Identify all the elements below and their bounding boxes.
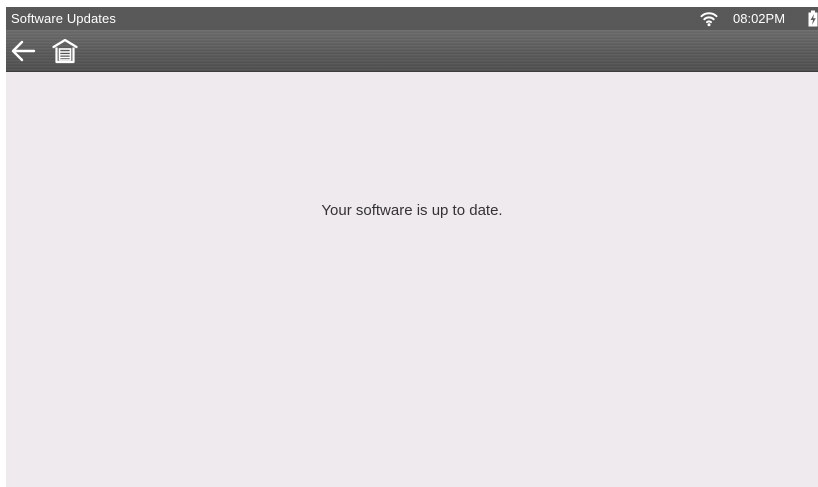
clock: 08:02PM [733,11,786,26]
back-arrow-icon [11,40,36,62]
status-message: Your software is up to date. [321,202,503,219]
screen-title: Software Updates [11,11,116,26]
back-button[interactable] [8,36,38,66]
home-button[interactable] [50,36,80,66]
home-garage-icon [52,38,78,64]
screen: Software Updates 08:02PM Your software i… [6,7,818,487]
battery-charging-icon [808,10,818,27]
wifi-icon [700,10,718,27]
toolbar [6,30,818,72]
status-bar: Software Updates 08:02PM [6,7,818,30]
